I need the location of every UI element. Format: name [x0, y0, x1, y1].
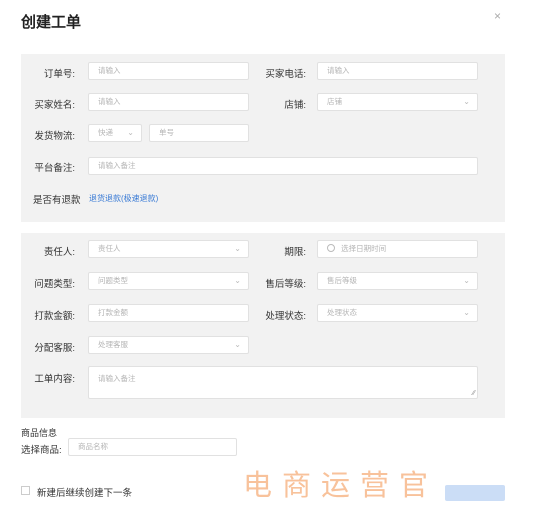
product-name-input[interactable]: 商品名称	[68, 438, 237, 456]
dialog-title: 创建工单	[21, 14, 82, 31]
shipping-label: 发货物流:	[34, 131, 75, 142]
deadline-label: 期限:	[284, 247, 306, 258]
process-status-select[interactable]: 处理状态 ⌄	[317, 304, 478, 322]
chevron-down-icon: ⌄	[463, 97, 470, 106]
payment-amount-label: 打款金额:	[34, 311, 75, 322]
process-status-label: 处理状态:	[265, 311, 306, 322]
carrier-select[interactable]: 快递 ⌄	[88, 124, 142, 142]
after-sale-level-value: 售后等级	[327, 276, 357, 285]
chevron-down-icon: ⌄	[234, 244, 241, 253]
assignee-select-value: 责任人	[98, 244, 121, 253]
shop-label: 店铺:	[284, 100, 306, 111]
assign-cs-value: 处理客服	[98, 340, 128, 349]
platform-note-label: 平台备注:	[34, 163, 75, 174]
content-textarea[interactable]: 请输入备注 ∕∕	[88, 366, 478, 399]
shop-select-value: 店铺	[327, 97, 342, 106]
issue-type-label: 问题类型:	[34, 279, 75, 290]
product-section-title: 商品信息	[21, 428, 58, 438]
clock-icon	[327, 244, 335, 252]
order-no-label: 订单号:	[43, 69, 75, 80]
process-status-value: 处理状态	[327, 308, 357, 317]
chevron-down-icon: ⌄	[463, 308, 470, 317]
watermark-text: 电商运营官	[243, 468, 439, 502]
issue-type-select[interactable]: 问题类型 ⌄	[88, 272, 249, 290]
continue-checkbox[interactable]	[21, 486, 30, 495]
tracking-no-input[interactable]: 单号	[149, 124, 249, 142]
chevron-down-icon: ⌄	[463, 276, 470, 285]
after-sale-level-select[interactable]: 售后等级 ⌄	[317, 272, 478, 290]
assignee-select[interactable]: 责任人 ⌄	[88, 240, 249, 258]
close-icon[interactable]: ×	[494, 9, 501, 23]
shop-select[interactable]: 店铺 ⌄	[317, 93, 478, 111]
deadline-placeholder: 选择日期时间	[341, 244, 387, 253]
refund-link[interactable]: 退货退款(极速退款)	[89, 193, 158, 204]
content-label: 工单内容:	[34, 374, 75, 385]
continue-checkbox-label: 新建后继续创建下一条	[37, 488, 133, 499]
submit-button[interactable]	[445, 485, 505, 501]
content-placeholder: 请输入备注	[98, 374, 136, 383]
chevron-down-icon: ⌄	[234, 276, 241, 285]
order-no-input[interactable]: 请输入	[88, 62, 249, 80]
platform-note-input[interactable]: 请输入备注	[88, 157, 478, 175]
buyer-name-label: 买家姓名:	[34, 100, 75, 111]
buyer-phone-input[interactable]: 请输入	[317, 62, 478, 80]
after-sale-level-label: 售后等级:	[265, 279, 306, 290]
carrier-select-value: 快递	[98, 128, 113, 137]
refund-label: 是否有退款	[33, 195, 81, 206]
deadline-picker[interactable]: 选择日期时间	[317, 240, 478, 258]
chevron-down-icon: ⌄	[234, 340, 241, 349]
chevron-down-icon: ⌄	[127, 128, 134, 137]
select-product-label: 选择商品:	[21, 445, 62, 456]
assignee-label: 责任人:	[43, 247, 75, 258]
payment-amount-input[interactable]: 打款金额	[88, 304, 249, 322]
issue-type-select-value: 问题类型	[98, 276, 128, 285]
buyer-phone-label: 买家电话:	[265, 69, 306, 80]
assign-cs-label: 分配客服:	[34, 343, 75, 354]
assign-cs-select[interactable]: 处理客服 ⌄	[88, 336, 249, 354]
buyer-name-input[interactable]: 请输入	[88, 93, 249, 111]
resize-handle-icon[interactable]: ∕∕	[473, 390, 475, 397]
